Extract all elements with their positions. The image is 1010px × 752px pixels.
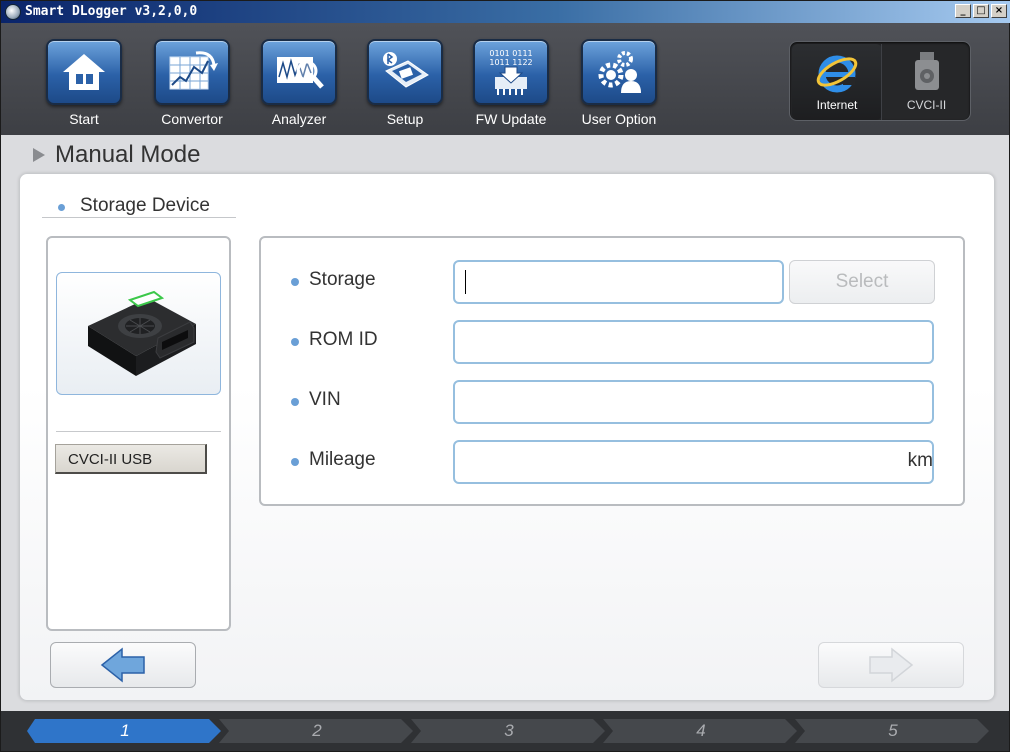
section-title: Storage Device bbox=[80, 195, 210, 216]
step-5: 5 bbox=[795, 719, 991, 743]
user-option-icon bbox=[598, 51, 641, 93]
storage-input[interactable] bbox=[453, 260, 784, 304]
bullet-icon bbox=[291, 458, 299, 466]
step-3-label: 3 bbox=[504, 721, 514, 740]
rom-id-row: ROM ID bbox=[261, 320, 961, 364]
internet-label: Internet bbox=[816, 98, 858, 112]
select-button[interactable]: Select bbox=[789, 260, 935, 304]
device-card[interactable] bbox=[56, 272, 221, 395]
main-toolbar: Start Convertor Analyzer Setup 0101 0111… bbox=[1, 23, 1009, 135]
start-button[interactable] bbox=[46, 39, 122, 105]
step-4: 4 bbox=[603, 719, 799, 743]
minimize-button[interactable]: _ bbox=[955, 4, 971, 18]
connection-internet[interactable]: Internet bbox=[792, 44, 882, 120]
window-title: Smart DLogger v3,2,0,0 bbox=[25, 4, 198, 19]
step-5-label: 5 bbox=[888, 721, 898, 740]
fw-update-icon: 0101 0111 1011 1122 bbox=[489, 49, 533, 95]
content-area: Storage Device CVCI-II USB Storage Selec… bbox=[1, 167, 1009, 711]
bullet-icon bbox=[291, 278, 299, 286]
convertor-label: Convertor bbox=[161, 111, 223, 127]
home-icon bbox=[63, 54, 105, 90]
step-1-label: 1 bbox=[120, 721, 130, 740]
convertor-button[interactable] bbox=[154, 39, 230, 105]
title-bar[interactable]: Smart DLogger v3,2,0,0 _ □ × bbox=[1, 1, 1010, 23]
mileage-label: Mileage bbox=[309, 449, 376, 470]
maximize-button[interactable]: □ bbox=[973, 4, 989, 18]
bullet-icon bbox=[58, 204, 65, 211]
bullet-icon bbox=[291, 398, 299, 406]
main-panel: Storage Device CVCI-II USB Storage Selec… bbox=[19, 173, 995, 701]
storage-label: Storage bbox=[309, 269, 376, 290]
convertor-icon bbox=[169, 51, 218, 90]
step-2-label: 2 bbox=[312, 721, 322, 740]
step-progress-bar: 1 2 3 4 5 bbox=[1, 711, 1009, 751]
device-separator bbox=[56, 431, 221, 432]
mileage-row: Mileage km bbox=[261, 440, 961, 484]
setup-label: Setup bbox=[386, 111, 424, 127]
triangle-right-icon bbox=[33, 148, 45, 162]
next-button[interactable] bbox=[818, 642, 964, 688]
start-label: Start bbox=[69, 111, 99, 127]
app-icon bbox=[5, 4, 21, 20]
window-controls: _ □ × bbox=[955, 4, 1007, 18]
step-1: 1 bbox=[27, 719, 223, 743]
toolbar-start[interactable]: Start bbox=[29, 39, 139, 127]
storage-row: Storage Select bbox=[261, 260, 961, 304]
connection-cvci[interactable]: CVCI-II bbox=[881, 44, 971, 120]
device-panel: CVCI-II USB bbox=[46, 236, 231, 631]
user-option-button[interactable] bbox=[581, 39, 657, 105]
analyzer-label: Analyzer bbox=[271, 111, 327, 127]
toolbar-fw-update[interactable]: 0101 0111 1011 1122 FW Update bbox=[456, 39, 566, 127]
fw-update-label: FW Update bbox=[475, 111, 547, 127]
bullet-icon bbox=[291, 338, 299, 346]
user-option-label: User Option bbox=[581, 111, 657, 127]
device-tab-cvci-usb[interactable]: CVCI-II USB bbox=[55, 444, 207, 474]
app-window: Smart DLogger v3,2,0,0 _ □ × Start Conve… bbox=[0, 0, 1010, 752]
toolbar-setup[interactable]: Setup bbox=[350, 39, 460, 127]
toolbar-user-option[interactable]: User Option bbox=[564, 39, 674, 127]
step-2: 2 bbox=[219, 719, 415, 743]
section-header: Storage Device bbox=[42, 192, 236, 218]
toolbar-analyzer[interactable]: Analyzer bbox=[244, 39, 354, 127]
analyzer-icon bbox=[277, 57, 324, 89]
toolbar-convertor[interactable]: Convertor bbox=[137, 39, 247, 127]
setup-icon bbox=[383, 52, 429, 88]
analyzer-button[interactable] bbox=[261, 39, 337, 105]
fw-binary-line-2: 1011 1122 bbox=[489, 58, 532, 67]
step-4-label: 4 bbox=[696, 721, 706, 740]
mileage-input[interactable] bbox=[453, 440, 934, 484]
page-title: Manual Mode bbox=[55, 141, 201, 168]
mileage-unit: km bbox=[907, 450, 933, 471]
arrow-left-icon bbox=[100, 647, 145, 683]
connection-panel: Internet CVCI-II bbox=[789, 41, 971, 121]
setup-button[interactable] bbox=[367, 39, 443, 105]
rom-id-input[interactable] bbox=[453, 320, 934, 364]
vin-label: VIN bbox=[309, 389, 341, 410]
step-3: 3 bbox=[411, 719, 607, 743]
cvci-label: CVCI-II bbox=[906, 98, 947, 112]
cvci-device-image bbox=[87, 290, 196, 376]
cvci-device-icon bbox=[915, 52, 939, 90]
internet-explorer-icon bbox=[816, 55, 858, 93]
previous-button[interactable] bbox=[50, 642, 196, 688]
fw-binary-line-1: 0101 0111 bbox=[489, 49, 532, 58]
vin-row: VIN bbox=[261, 380, 961, 424]
arrow-right-icon bbox=[869, 647, 914, 683]
storage-form: Storage Select ROM ID VIN Mileage km bbox=[259, 236, 965, 506]
vin-input[interactable] bbox=[453, 380, 934, 424]
close-button[interactable]: × bbox=[991, 4, 1007, 18]
rom-id-label: ROM ID bbox=[309, 329, 378, 350]
text-caret bbox=[465, 270, 466, 294]
fw-update-button[interactable]: 0101 0111 1011 1122 bbox=[473, 39, 549, 105]
